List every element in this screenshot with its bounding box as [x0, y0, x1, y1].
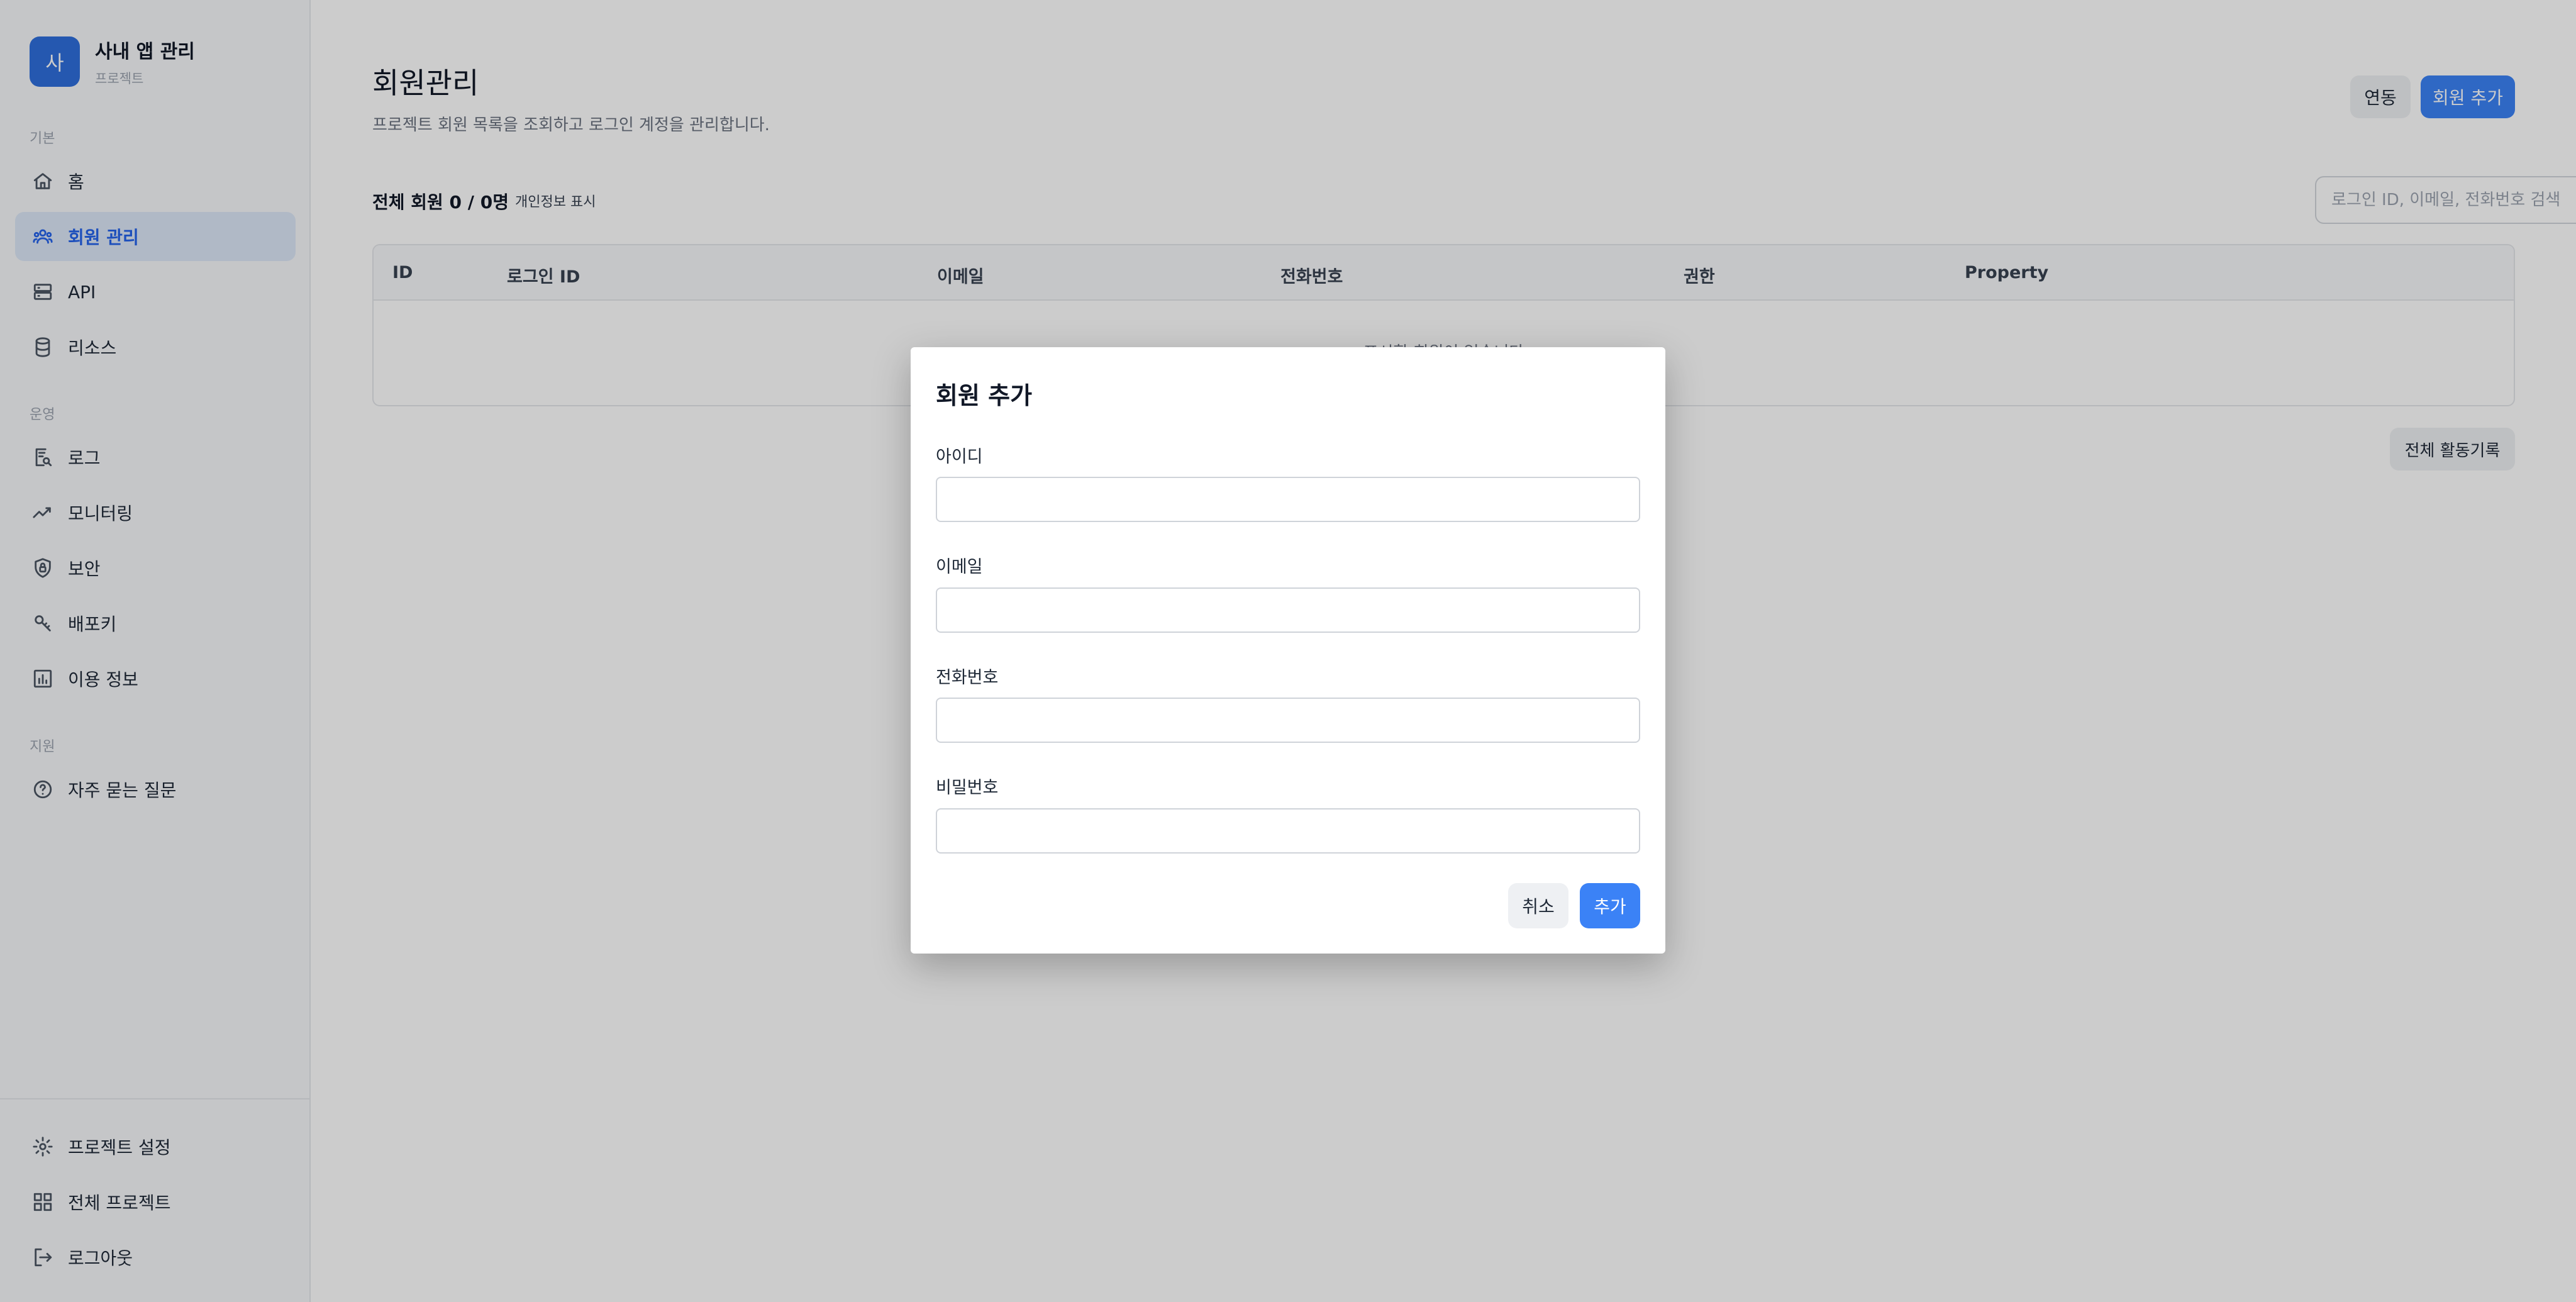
username-field[interactable]	[936, 477, 1640, 522]
add-member-dialog: 회원 추가 아이디 이메일 전화번호 비밀번호 취소 추가	[911, 347, 1665, 954]
username-label: 아이디	[936, 447, 983, 467]
email-label: 이메일	[936, 557, 983, 577]
email-field[interactable]	[936, 587, 1640, 633]
submit-button[interactable]: 추가	[1580, 883, 1640, 928]
phone-label: 전화번호	[936, 668, 999, 687]
phone-field[interactable]	[936, 698, 1640, 743]
password-field[interactable]	[936, 808, 1640, 854]
app-root: 사 사내 앱 관리 프로젝트 기본 홈 회원 관리 API 리소스 운영 로그 …	[0, 0, 2576, 1302]
password-label: 비밀번호	[936, 778, 999, 798]
dialog-title: 회원 추가	[936, 382, 1033, 409]
cancel-button[interactable]: 취소	[1508, 883, 1568, 928]
